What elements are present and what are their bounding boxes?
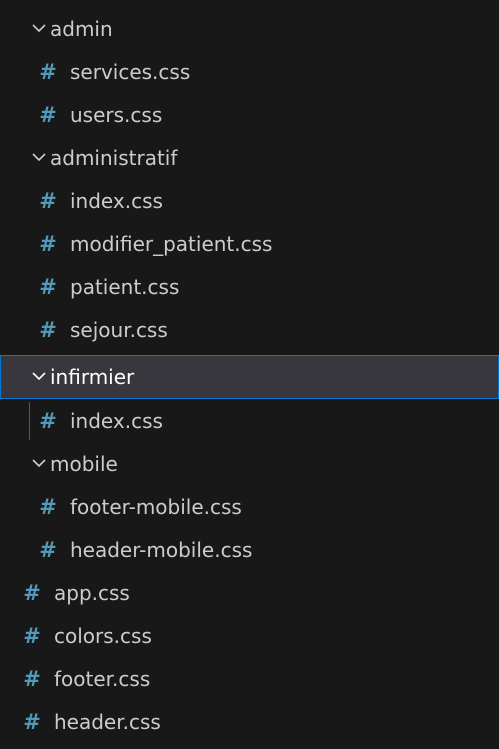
file-label: colors.css — [54, 624, 152, 648]
chevron-down-icon — [28, 19, 50, 39]
file-users-css[interactable]: # users.css — [0, 98, 499, 132]
file-label: app.css — [54, 581, 130, 605]
file-infirmier-index-css[interactable]: # index.css — [0, 404, 499, 438]
file-modifier-patient-css[interactable]: # modifier_patient.css — [0, 227, 499, 261]
folder-infirmier[interactable]: infirmier — [0, 355, 499, 399]
css-hash-icon: # — [23, 581, 41, 605]
file-label: modifier_patient.css — [70, 232, 273, 256]
file-label: services.css — [70, 60, 191, 84]
file-services-css[interactable]: # services.css — [0, 55, 499, 89]
file-label: header-mobile.css — [70, 538, 253, 562]
chevron-down-icon — [28, 367, 50, 387]
folder-label: infirmier — [50, 365, 135, 389]
file-label: footer-mobile.css — [70, 495, 242, 519]
css-hash-icon: # — [39, 275, 57, 299]
file-label: patient.css — [70, 275, 180, 299]
folder-mobile[interactable]: mobile — [0, 447, 499, 481]
css-hash-icon: # — [39, 495, 57, 519]
css-hash-icon: # — [39, 538, 57, 562]
css-hash-icon: # — [23, 710, 41, 734]
css-hash-icon: # — [23, 624, 41, 648]
folder-administratif[interactable]: administratif — [0, 141, 499, 175]
file-footer-mobile-css[interactable]: # footer-mobile.css — [0, 490, 499, 524]
chevron-down-icon — [28, 454, 50, 474]
folder-label: admin — [50, 17, 113, 41]
file-explorer-tree: admin # services.css # users.css adminis… — [0, 0, 499, 749]
css-hash-icon: # — [39, 409, 57, 433]
file-app-css[interactable]: # app.css — [0, 576, 499, 610]
css-hash-icon: # — [39, 318, 57, 342]
file-header-css[interactable]: # header.css — [0, 705, 499, 739]
file-label: footer.css — [54, 667, 151, 691]
css-hash-icon: # — [39, 189, 57, 213]
file-label: index.css — [70, 409, 163, 433]
file-footer-css[interactable]: # footer.css — [0, 662, 499, 696]
css-hash-icon: # — [39, 103, 57, 127]
css-hash-icon: # — [39, 60, 57, 84]
folder-admin[interactable]: admin — [0, 12, 499, 46]
file-sejour-css[interactable]: # sejour.css — [0, 313, 499, 347]
file-label: index.css — [70, 189, 163, 213]
file-label: users.css — [70, 103, 163, 127]
file-label: sejour.css — [70, 318, 168, 342]
chevron-down-icon — [28, 148, 50, 168]
file-patient-css[interactable]: # patient.css — [0, 270, 499, 304]
css-hash-icon: # — [23, 667, 41, 691]
folder-label: administratif — [50, 146, 178, 170]
file-label: header.css — [54, 710, 161, 734]
file-header-mobile-css[interactable]: # header-mobile.css — [0, 533, 499, 567]
folder-label: mobile — [50, 452, 118, 476]
file-colors-css[interactable]: # colors.css — [0, 619, 499, 653]
file-index-css[interactable]: # index.css — [0, 184, 499, 218]
css-hash-icon: # — [39, 232, 57, 256]
